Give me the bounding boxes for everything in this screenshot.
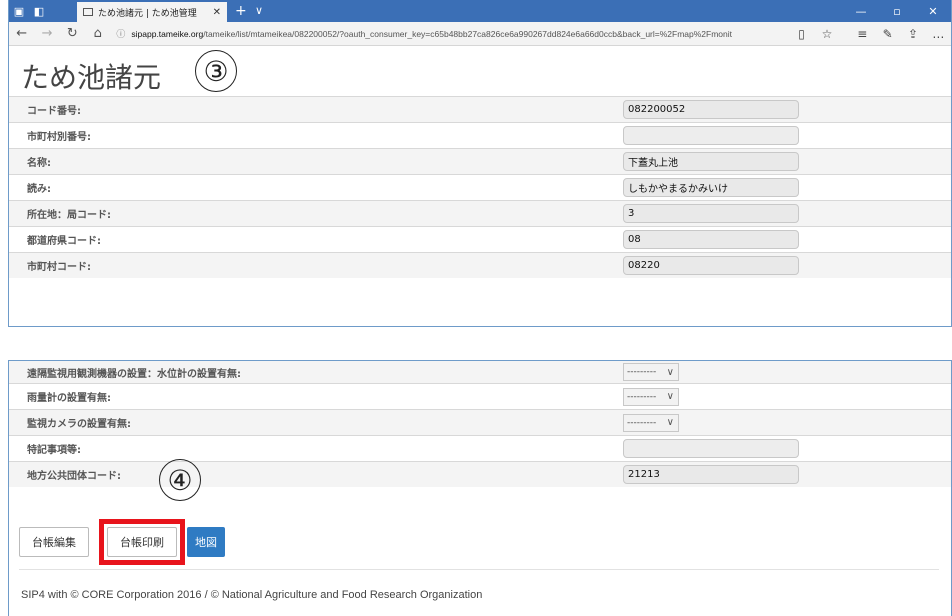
share-icon[interactable]: ⇪ (900, 27, 925, 41)
tab-aside-icon[interactable]: ◧ (29, 0, 49, 22)
tab-title: ため池諸元 | ため池管理 (98, 8, 197, 19)
camera-select[interactable]: --------- ∨ (623, 413, 679, 432)
select-value: --------- (627, 417, 657, 428)
select-value: --------- (627, 367, 657, 377)
field-value: 3 (623, 204, 799, 223)
print-highlight-box: 台帳印刷 (99, 519, 185, 565)
table-row: 所在地：局コード: 3 (9, 200, 951, 226)
table-row: 名称: 下蓋丸上池 (9, 148, 951, 174)
table-row: 遠隔監視用観測機器の設置：水位計の設置有無: --------- ∨ (9, 361, 951, 383)
chevron-down-icon: ∨ (666, 391, 674, 402)
tab-actions-icon[interactable]: ▣ (9, 0, 29, 22)
url-path: /tameike/list/mtameikea/082200052/?oauth… (203, 28, 732, 39)
print-ledger-button[interactable]: 台帳印刷 (107, 527, 177, 557)
field-label: コード番号: (27, 106, 81, 117)
table-row: 市町村コード: 08220 (9, 252, 951, 278)
window-controls: — ▫ ✕ (843, 0, 951, 22)
field-value: 08220 (623, 256, 799, 275)
minimize-icon[interactable]: — (843, 0, 879, 22)
more-icon[interactable]: … (926, 27, 951, 41)
address-bar-row: ← → ↻ ⌂ ⓘ sipapp.tameike.org /tameike/li… (9, 22, 951, 46)
page-icon (83, 8, 93, 16)
back-icon[interactable]: ← (9, 26, 34, 41)
browser-window-bottom: 遠隔監視用観測機器の設置：水位計の設置有無: --------- ∨ 雨量計の設… (8, 360, 952, 616)
field-label: 名称: (27, 158, 51, 169)
chevron-down-icon: ∨ (666, 417, 674, 428)
favorites-hub-icon[interactable]: ≡ (850, 27, 875, 41)
footer-divider (19, 569, 939, 570)
field-value: 21213 (623, 465, 799, 484)
table-row: 読み: しもかやまるかみいけ (9, 174, 951, 200)
field-label: 都道府県コード: (27, 236, 101, 247)
url-host: sipapp.tameike.org (131, 28, 204, 39)
detail-table-top: コード番号: 082200052 市町村別番号: 名称: 下蓋丸上池 読み: し… (9, 96, 951, 278)
table-row: 都道府県コード: 08 (9, 226, 951, 252)
page-title: ため池諸元 (21, 61, 162, 94)
field-value (623, 126, 799, 145)
table-row: 雨量計の設置有無: --------- ∨ (9, 383, 951, 409)
field-label: 雨量計の設置有無: (27, 393, 111, 404)
favorite-star-icon[interactable]: ☆ (814, 27, 839, 41)
rain-gauge-select[interactable]: --------- ∨ (623, 387, 679, 406)
field-label: 市町村コード: (27, 262, 91, 273)
browser-tab[interactable]: ため池諸元 | ため池管理 ✕ (77, 2, 227, 22)
tab-dropdown-icon[interactable]: ∨ (255, 4, 263, 17)
web-note-icon[interactable]: ✎ (875, 27, 900, 41)
table-row: 監視カメラの設置有無: --------- ∨ (9, 409, 951, 435)
info-icon[interactable]: ⓘ (116, 27, 125, 40)
field-label: 遠隔監視用観測機器の設置：水位計の設置有無: (27, 368, 241, 380)
field-value: 082200052 (623, 100, 799, 119)
page-header: ため池諸元 ③ (9, 46, 951, 96)
select-value: --------- (627, 391, 657, 402)
forward-icon[interactable]: → (34, 26, 59, 41)
maximize-icon[interactable]: ▫ (879, 0, 915, 22)
field-value: 08 (623, 230, 799, 249)
browser-window-top: ▣ ◧ ため池諸元 | ため池管理 ✕ + ∨ — ▫ ✕ ← → ↻ ⌂ ⓘ … (8, 0, 952, 327)
footer-text: SIP4 with © CORE Corporation 2016 / © Na… (21, 589, 483, 601)
field-label: 特記事項等: (27, 445, 81, 456)
reading-view-icon[interactable]: ▯ (789, 27, 814, 41)
url-field[interactable]: ⓘ sipapp.tameike.org /tameike/list/mtame… (116, 25, 789, 43)
table-row: 地方公共団体コード: 21213 (9, 461, 951, 487)
action-buttons: 台帳編集 台帳印刷 地図 (19, 519, 225, 565)
chevron-down-icon: ∨ (666, 366, 674, 378)
new-tab-icon[interactable]: + (235, 3, 247, 19)
close-window-icon[interactable]: ✕ (915, 0, 951, 22)
refresh-icon[interactable]: ↻ (60, 26, 85, 41)
field-label: 市町村別番号: (27, 132, 91, 143)
field-label: 所在地：局コード: (27, 210, 111, 221)
field-value (623, 439, 799, 458)
detail-table-bottom: 遠隔監視用観測機器の設置：水位計の設置有無: --------- ∨ 雨量計の設… (9, 361, 951, 487)
title-bar: ▣ ◧ ため池諸元 | ため池管理 ✕ + ∨ — ▫ ✕ (9, 0, 951, 22)
field-label: 監視カメラの設置有無: (27, 419, 131, 430)
tab-close-icon[interactable]: ✕ (213, 7, 221, 18)
field-value: しもかやまるかみいけ (623, 178, 799, 197)
step-marker-3: ③ (195, 50, 237, 92)
table-row: コード番号: 082200052 (9, 96, 951, 122)
step-marker-4: ④ (159, 459, 201, 501)
table-row: 特記事項等: (9, 435, 951, 461)
field-value: 下蓋丸上池 (623, 152, 799, 171)
water-gauge-select[interactable]: --------- ∨ (623, 363, 679, 381)
home-icon[interactable]: ⌂ (85, 26, 110, 41)
edit-ledger-button[interactable]: 台帳編集 (19, 527, 89, 557)
map-button[interactable]: 地図 (187, 527, 225, 557)
field-label: 読み: (27, 184, 51, 195)
field-label: 地方公共団体コード: (27, 471, 121, 482)
table-row: 市町村別番号: (9, 122, 951, 148)
